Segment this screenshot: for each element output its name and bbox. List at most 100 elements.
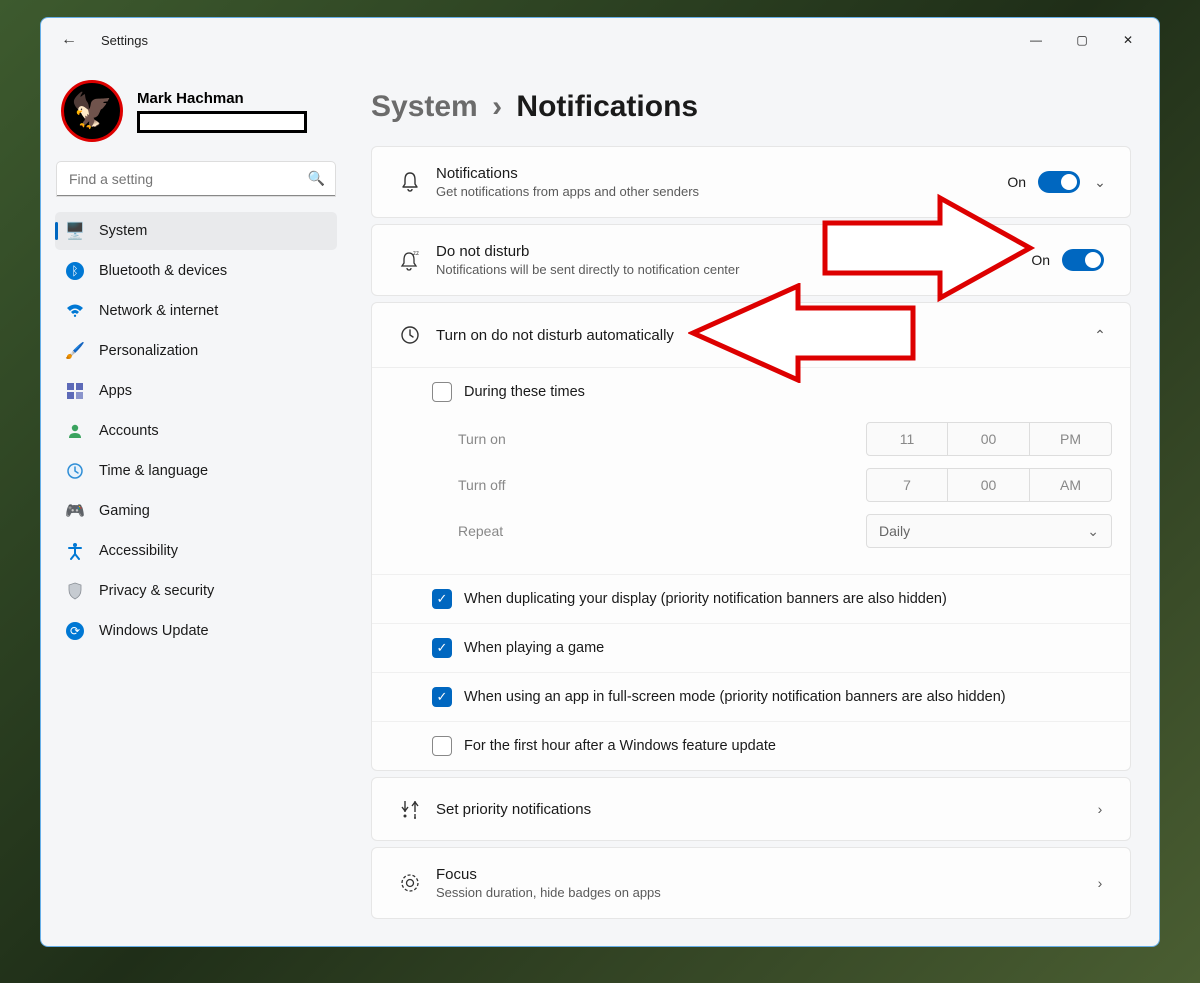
gamepad-icon: 🎮 [65,501,85,521]
breadcrumb-sep: › [492,90,502,123]
profile-email-redacted [137,111,307,133]
turn-off-row: Turn off 7 00 AM [458,468,1112,502]
chevron-down-icon: ⌄ [1087,523,1099,540]
bell-icon [390,171,430,193]
content-area: System › Notifications Notifications Get… [351,62,1159,946]
notifications-card[interactable]: Notifications Get notifications from app… [371,146,1131,218]
sidebar-item-accounts[interactable]: Accounts [55,412,337,450]
titlebar: ← Settings — ▢ ✕ [41,18,1159,62]
bluetooth-icon: ᛒ [65,262,85,280]
sidebar-item-label: Personalization [99,343,198,359]
breadcrumb: System › Notifications [371,90,1131,124]
checkbox-during-times[interactable] [432,382,452,402]
chevron-right-icon: › [1088,801,1112,817]
notifications-sub: Get notifications from apps and other se… [436,184,1007,199]
dnd-toggle[interactable] [1062,249,1104,271]
turn-on-min[interactable]: 00 [948,422,1030,456]
sidebar-item-apps[interactable]: Apps [55,372,337,410]
breadcrumb-parent[interactable]: System [371,90,478,123]
accessibility-icon [65,542,85,560]
sidebar-item-gaming[interactable]: 🎮 Gaming [55,492,337,530]
update-icon: ⟳ [65,622,85,640]
sidebar-item-label: Accessibility [99,543,178,559]
sidebar-item-accessibility[interactable]: Accessibility [55,532,337,570]
minimize-button[interactable]: — [1013,24,1059,56]
sidebar-item-label: Windows Update [99,623,209,639]
priority-icon [390,798,430,820]
priority-card[interactable]: Set priority notifications › [371,777,1131,841]
checkbox[interactable]: ✓ [432,687,452,707]
back-button[interactable]: ← [61,31,77,49]
turn-off-label: Turn off [458,477,866,493]
sidebar-item-label: Gaming [99,503,150,519]
priority-title: Set priority notifications [436,801,1088,818]
profile-block[interactable]: 🦅 Mark Hachman [55,80,337,142]
auto-dnd-header[interactable]: Turn on do not disturb automatically ⌃ [372,303,1130,367]
close-button[interactable]: ✕ [1105,24,1151,56]
repeat-select[interactable]: Daily ⌄ [866,514,1112,548]
focus-title: Focus [436,866,1088,883]
person-icon [65,423,85,439]
checkbox[interactable] [432,736,452,756]
notifications-state: On [1007,174,1026,190]
brush-icon: 🖌️ [65,341,85,361]
moon-bell-icon: zz [390,249,430,271]
sidebar-item-network[interactable]: Network & internet [55,292,337,330]
sidebar-item-privacy[interactable]: Privacy & security [55,572,337,610]
notifications-toggle[interactable] [1038,171,1080,193]
nav-list: 🖥️ System ᛒ Bluetooth & devices Network … [55,212,337,650]
chevron-right-icon: › [1088,875,1112,891]
chevron-up-icon[interactable]: ⌃ [1088,327,1112,344]
search-box[interactable]: 🔍 [57,162,335,196]
wifi-icon [65,304,85,318]
dnd-state: On [1031,252,1050,268]
turn-on-ampm[interactable]: PM [1030,422,1112,456]
maximize-button[interactable]: ▢ [1059,24,1105,56]
clock-icon [390,324,430,346]
breadcrumb-current: Notifications [516,90,698,123]
turn-on-row: Turn on 11 00 PM [458,422,1112,456]
turn-on-hour[interactable]: 11 [866,422,948,456]
auto-dnd-card: Turn on do not disturb automatically ⌃ D… [371,302,1131,771]
profile-name: Mark Hachman [137,90,307,107]
repeat-label: Repeat [458,523,866,539]
dnd-sub: Notifications will be sent directly to n… [436,262,1031,277]
opt-after-update[interactable]: For the first hour after a Windows featu… [372,721,1130,770]
repeat-value: Daily [879,523,910,539]
turn-off-ampm[interactable]: AM [1030,468,1112,502]
opt-fullscreen[interactable]: ✓ When using an app in full-screen mode … [372,672,1130,721]
turn-on-label: Turn on [458,431,866,447]
repeat-row: Repeat Daily ⌄ [458,514,1112,548]
auto-dnd-title: Turn on do not disturb automatically [436,327,1088,344]
sidebar-item-time-language[interactable]: Time & language [55,452,337,490]
chevron-down-icon[interactable]: ⌄ [1088,174,1112,191]
search-icon: 🔍 [308,170,325,187]
sidebar-item-label: Bluetooth & devices [99,263,227,279]
opt-during-times[interactable]: During these times [372,368,1130,416]
sidebar-item-label: System [99,223,147,239]
turn-off-min[interactable]: 00 [948,468,1030,502]
checkbox[interactable]: ✓ [432,638,452,658]
dnd-title: Do not disturb [436,243,1031,260]
focus-card[interactable]: Focus Session duration, hide badges on a… [371,847,1131,919]
sidebar-item-system[interactable]: 🖥️ System [55,212,337,250]
apps-icon [65,383,85,399]
opt-label: For the first hour after a Windows featu… [464,738,776,754]
monitor-icon: 🖥️ [65,221,85,241]
opt-duplicating-display[interactable]: ✓ When duplicating your display (priorit… [372,574,1130,623]
opt-label: During these times [464,384,585,400]
sidebar-item-bluetooth[interactable]: ᛒ Bluetooth & devices [55,252,337,290]
sidebar: 🦅 Mark Hachman 🔍 🖥️ System ᛒ Bluetooth &… [41,62,351,946]
sidebar-item-windows-update[interactable]: ⟳ Windows Update [55,612,337,650]
turn-off-hour[interactable]: 7 [866,468,948,502]
opt-playing-game[interactable]: ✓ When playing a game [372,623,1130,672]
notifications-title: Notifications [436,165,1007,182]
focus-icon [390,872,430,894]
dnd-card[interactable]: zz Do not disturb Notifications will be … [371,224,1131,296]
sidebar-item-label: Apps [99,383,132,399]
search-input[interactable] [57,162,335,196]
shield-icon [65,582,85,600]
checkbox[interactable]: ✓ [432,589,452,609]
sidebar-item-personalization[interactable]: 🖌️ Personalization [55,332,337,370]
sidebar-item-label: Accounts [99,423,159,439]
